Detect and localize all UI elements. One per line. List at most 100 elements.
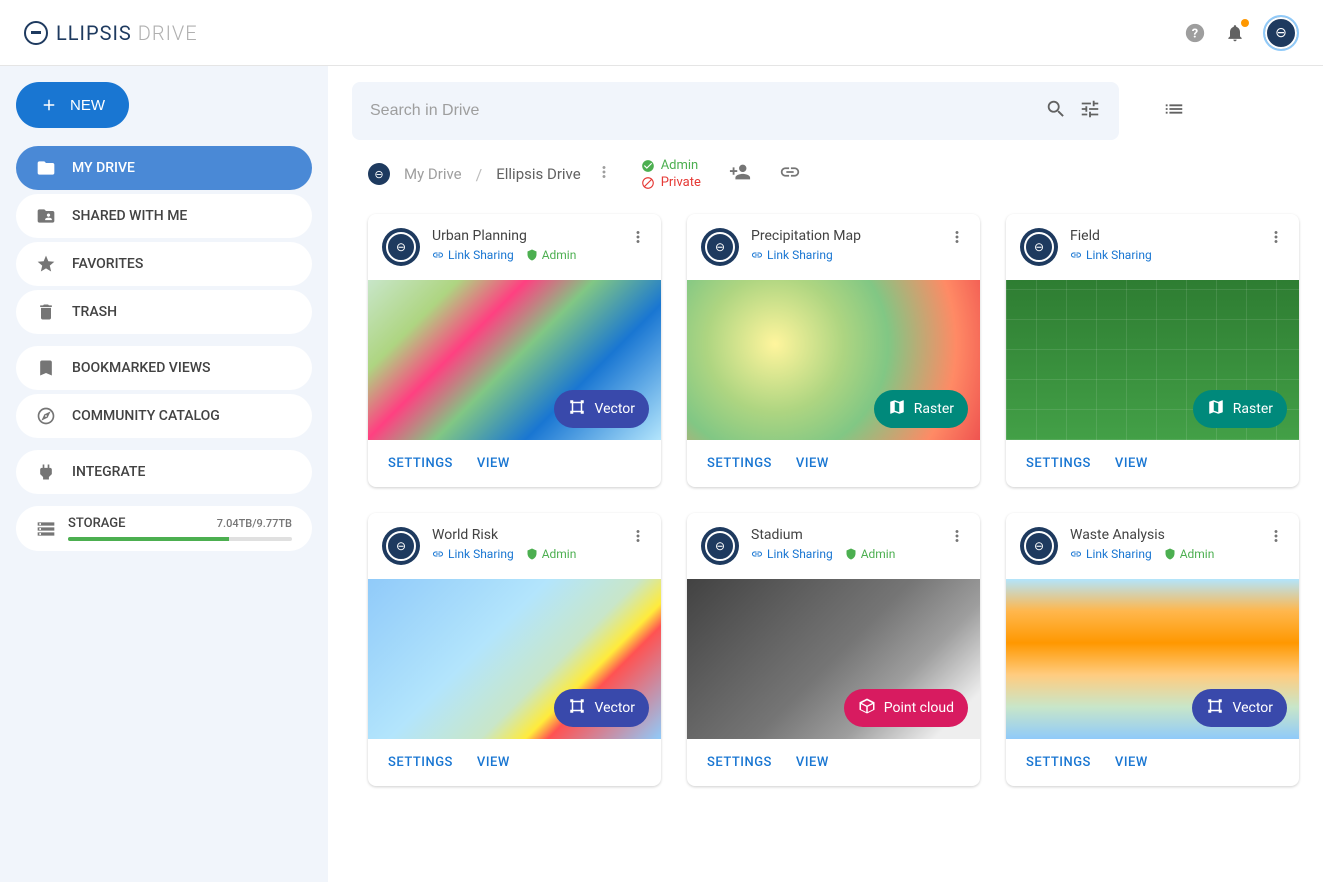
card-more-icon[interactable] bbox=[629, 228, 647, 250]
status-private: Private bbox=[641, 175, 701, 190]
link-icon[interactable] bbox=[779, 161, 801, 187]
sidebar-item-label: FAVORITES bbox=[72, 256, 143, 272]
sidebar-item-community[interactable]: COMMUNITY CATALOG bbox=[16, 394, 312, 438]
search-icon[interactable] bbox=[1045, 98, 1067, 124]
card-settings-button[interactable]: SETTINGS bbox=[707, 456, 772, 471]
cards-grid: ⊖ Urban Planning Link Sharing Admin Vect… bbox=[368, 214, 1299, 810]
trash-icon bbox=[36, 302, 56, 322]
card-title: Urban Planning bbox=[432, 228, 617, 244]
card-settings-button[interactable]: SETTINGS bbox=[388, 755, 453, 770]
card-view-button[interactable]: VIEW bbox=[796, 456, 829, 471]
card-item[interactable]: ⊖ World Risk Link Sharing Admin Vector S… bbox=[368, 513, 661, 786]
link-icon bbox=[751, 249, 763, 261]
search-box bbox=[352, 82, 1119, 140]
new-button[interactable]: NEW bbox=[16, 82, 129, 128]
card-title: Waste Analysis bbox=[1070, 527, 1255, 543]
type-icon bbox=[568, 697, 586, 719]
main-content: ⊖ My Drive / Ellipsis Drive Admin Privat… bbox=[328, 66, 1323, 882]
breadcrumb: ⊖ My Drive / Ellipsis Drive Admin Privat… bbox=[368, 158, 1299, 190]
sidebar: NEW MY DRIVE SHARED WITH ME FAVORITES TR… bbox=[0, 66, 328, 882]
storage-indicator[interactable]: STORAGE 7.04TB/9.77TB bbox=[16, 506, 312, 551]
type-icon bbox=[568, 398, 586, 420]
nav-primary: MY DRIVE SHARED WITH ME FAVORITES TRASH bbox=[16, 146, 312, 336]
tune-icon[interactable] bbox=[1079, 98, 1101, 124]
card-item[interactable]: ⊖ Waste Analysis Link Sharing Admin Vect… bbox=[1006, 513, 1299, 786]
sidebar-item-bookmarks[interactable]: BOOKMARKED VIEWS bbox=[16, 346, 312, 390]
sidebar-item-integrate[interactable]: INTEGRATE bbox=[16, 450, 312, 494]
header-actions: ? ⊖ bbox=[1183, 15, 1299, 51]
card-type-badge: Raster bbox=[874, 390, 968, 428]
card-preview[interactable]: Vector bbox=[1006, 579, 1299, 739]
card-settings-button[interactable]: SETTINGS bbox=[1026, 755, 1091, 770]
card-logo-icon: ⊖ bbox=[701, 228, 739, 266]
card-admin-badge: Admin bbox=[845, 547, 896, 561]
search-input[interactable] bbox=[370, 102, 1033, 120]
compass-icon bbox=[36, 406, 56, 426]
card-more-icon[interactable] bbox=[1267, 228, 1285, 250]
notifications-icon[interactable] bbox=[1223, 21, 1247, 45]
shield-icon bbox=[526, 249, 538, 261]
list-view-icon[interactable] bbox=[1163, 98, 1185, 124]
link-icon bbox=[432, 548, 444, 560]
plus-icon bbox=[40, 96, 58, 114]
card-settings-button[interactable]: SETTINGS bbox=[1026, 456, 1091, 471]
link-icon bbox=[751, 548, 763, 560]
card-view-button[interactable]: VIEW bbox=[1115, 755, 1148, 770]
card-settings-button[interactable]: SETTINGS bbox=[388, 456, 453, 471]
nav-tertiary: INTEGRATE bbox=[16, 450, 312, 496]
breadcrumb-parent[interactable]: My Drive bbox=[404, 165, 462, 183]
card-link-sharing: Link Sharing bbox=[751, 248, 833, 262]
bookmark-icon bbox=[36, 358, 56, 378]
avatar[interactable]: ⊖ bbox=[1263, 15, 1299, 51]
card-more-icon[interactable] bbox=[948, 527, 966, 549]
breadcrumb-logo-icon: ⊖ bbox=[368, 163, 390, 185]
card-type-badge: Vector bbox=[1192, 689, 1287, 727]
link-icon bbox=[1070, 548, 1082, 560]
card-more-icon[interactable] bbox=[629, 527, 647, 549]
card-view-button[interactable]: VIEW bbox=[477, 755, 510, 770]
card-preview[interactable]: Raster bbox=[1006, 280, 1299, 440]
card-more-icon[interactable] bbox=[948, 228, 966, 250]
card-settings-button[interactable]: SETTINGS bbox=[707, 755, 772, 770]
sidebar-item-my-drive[interactable]: MY DRIVE bbox=[16, 146, 312, 190]
logo[interactable]: LLIPSIS DRIVE bbox=[24, 21, 198, 45]
card-logo-icon: ⊖ bbox=[1020, 527, 1058, 565]
add-person-icon[interactable] bbox=[729, 161, 751, 187]
help-icon[interactable]: ? bbox=[1183, 21, 1207, 45]
type-icon bbox=[1207, 398, 1225, 420]
card-logo-icon: ⊖ bbox=[701, 527, 739, 565]
card-link-sharing: Link Sharing bbox=[751, 547, 833, 561]
card-link-sharing: Link Sharing bbox=[432, 248, 514, 262]
sidebar-item-favorites[interactable]: FAVORITES bbox=[16, 242, 312, 286]
sidebar-item-trash[interactable]: TRASH bbox=[16, 290, 312, 334]
card-link-sharing: Link Sharing bbox=[1070, 547, 1152, 561]
type-icon bbox=[888, 398, 906, 420]
search-row bbox=[352, 82, 1299, 140]
more-icon[interactable] bbox=[595, 163, 613, 185]
storage-icon bbox=[36, 519, 56, 539]
logo-text: LLIPSIS DRIVE bbox=[56, 21, 198, 45]
card-preview[interactable]: Vector bbox=[368, 280, 661, 440]
card-item[interactable]: ⊖ Urban Planning Link Sharing Admin Vect… bbox=[368, 214, 661, 487]
card-more-icon[interactable] bbox=[1267, 527, 1285, 549]
card-admin-badge: Admin bbox=[1164, 547, 1215, 561]
card-preview[interactable]: Point cloud bbox=[687, 579, 980, 739]
app-header: LLIPSIS DRIVE ? ⊖ bbox=[0, 0, 1323, 66]
card-view-button[interactable]: VIEW bbox=[477, 456, 510, 471]
card-preview[interactable]: Vector bbox=[368, 579, 661, 739]
breadcrumb-separator: / bbox=[476, 165, 483, 184]
status-admin: Admin bbox=[641, 158, 701, 173]
card-item[interactable]: ⊖ Stadium Link Sharing Admin Point cloud… bbox=[687, 513, 980, 786]
card-view-button[interactable]: VIEW bbox=[796, 755, 829, 770]
card-item[interactable]: ⊖ Precipitation Map Link Sharing Raster … bbox=[687, 214, 980, 487]
card-admin-badge: Admin bbox=[526, 547, 577, 561]
card-view-button[interactable]: VIEW bbox=[1115, 456, 1148, 471]
card-type-badge: Vector bbox=[554, 689, 649, 727]
sidebar-item-shared[interactable]: SHARED WITH ME bbox=[16, 194, 312, 238]
private-icon bbox=[641, 176, 655, 190]
sidebar-item-label: COMMUNITY CATALOG bbox=[72, 408, 220, 424]
card-preview[interactable]: Raster bbox=[687, 280, 980, 440]
card-item[interactable]: ⊖ Field Link Sharing Raster SETTINGS VIE… bbox=[1006, 214, 1299, 487]
notification-dot-icon bbox=[1241, 19, 1249, 27]
card-type-badge: Vector bbox=[554, 390, 649, 428]
